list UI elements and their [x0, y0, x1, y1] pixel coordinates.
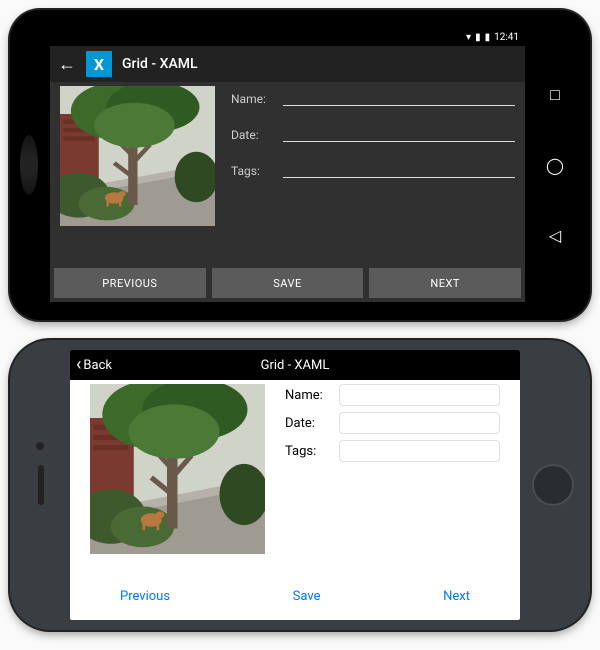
page-title: Grid - XAML	[122, 56, 198, 72]
previous-button[interactable]: Previous	[120, 589, 170, 604]
back-arrow-icon[interactable]: ←	[58, 54, 76, 75]
date-label: Date:	[231, 128, 275, 142]
name-field-row: Name:	[285, 384, 500, 406]
home-button[interactable]	[532, 464, 574, 506]
name-label: Name:	[285, 388, 331, 403]
android-appbar: ← X Grid - XAML	[50, 46, 525, 82]
battery-icon: ▮	[485, 32, 491, 43]
tags-label: Tags:	[285, 444, 331, 459]
form-fields: Name: Date: Tags:	[231, 86, 515, 264]
signal-icon: ▮	[475, 32, 481, 43]
previous-button[interactable]: PREVIOUS	[54, 268, 206, 298]
ios-screen: ‹ Back Grid - XAML Name: Date:	[70, 350, 520, 620]
android-content: Name: Date: Tags: PREVIOUS SAVE NEX	[50, 82, 525, 302]
xamarin-icon: X	[86, 51, 112, 77]
tags-input[interactable]	[283, 162, 515, 178]
next-button[interactable]: NEXT	[369, 268, 521, 298]
form-area: Name: Date: Tags:	[70, 380, 520, 579]
photo-preview	[90, 384, 265, 554]
clock: 12:41	[494, 32, 519, 43]
date-input[interactable]	[283, 126, 515, 142]
recent-apps-icon[interactable]: □	[550, 85, 560, 105]
date-field-row: Date:	[285, 412, 500, 434]
android-hw-nav: □ ◯ ◁	[540, 10, 570, 320]
tags-field-row: Tags:	[285, 440, 500, 462]
ios-content: Name: Date: Tags: Previous Save Nex	[70, 380, 520, 620]
back-label: Back	[83, 358, 112, 373]
android-device-frame: □ ◯ ◁ ▾ ▮ ▮ 12:41 ← X Grid - XAML Name:	[10, 10, 590, 320]
tags-field-row: Tags:	[231, 162, 515, 178]
ios-device-frame: ‹ Back Grid - XAML Name: Date:	[10, 340, 590, 630]
date-label: Date:	[285, 416, 331, 431]
photo-preview	[60, 86, 215, 226]
form-area: Name: Date: Tags:	[50, 82, 525, 268]
device-speaker	[20, 135, 38, 195]
form-fields: Name: Date: Tags:	[285, 384, 500, 575]
name-input[interactable]	[339, 384, 500, 406]
name-input[interactable]	[283, 90, 515, 106]
device-speaker	[38, 465, 44, 505]
tags-input[interactable]	[339, 440, 500, 462]
name-label: Name:	[231, 92, 275, 106]
page-title: Grid - XAML	[261, 358, 330, 373]
android-screen: ▾ ▮ ▮ 12:41 ← X Grid - XAML Name:	[50, 28, 525, 302]
save-button[interactable]: Save	[293, 589, 321, 604]
button-row: Previous Save Next	[70, 579, 520, 620]
back-button[interactable]: ‹ Back	[76, 356, 112, 374]
save-button[interactable]: SAVE	[212, 268, 364, 298]
back-hw-icon[interactable]: ◁	[549, 226, 561, 245]
ios-navbar: ‹ Back Grid - XAML	[70, 350, 520, 380]
device-camera	[36, 442, 44, 450]
chevron-left-icon: ‹	[76, 356, 81, 374]
date-field-row: Date:	[231, 126, 515, 142]
button-row: PREVIOUS SAVE NEXT	[50, 268, 525, 302]
date-input[interactable]	[339, 412, 500, 434]
tags-label: Tags:	[231, 164, 275, 178]
android-statusbar: ▾ ▮ ▮ 12:41	[50, 28, 525, 46]
next-button[interactable]: Next	[443, 589, 470, 604]
name-field-row: Name:	[231, 90, 515, 106]
wifi-icon: ▾	[466, 32, 471, 43]
home-icon[interactable]: ◯	[546, 156, 564, 175]
